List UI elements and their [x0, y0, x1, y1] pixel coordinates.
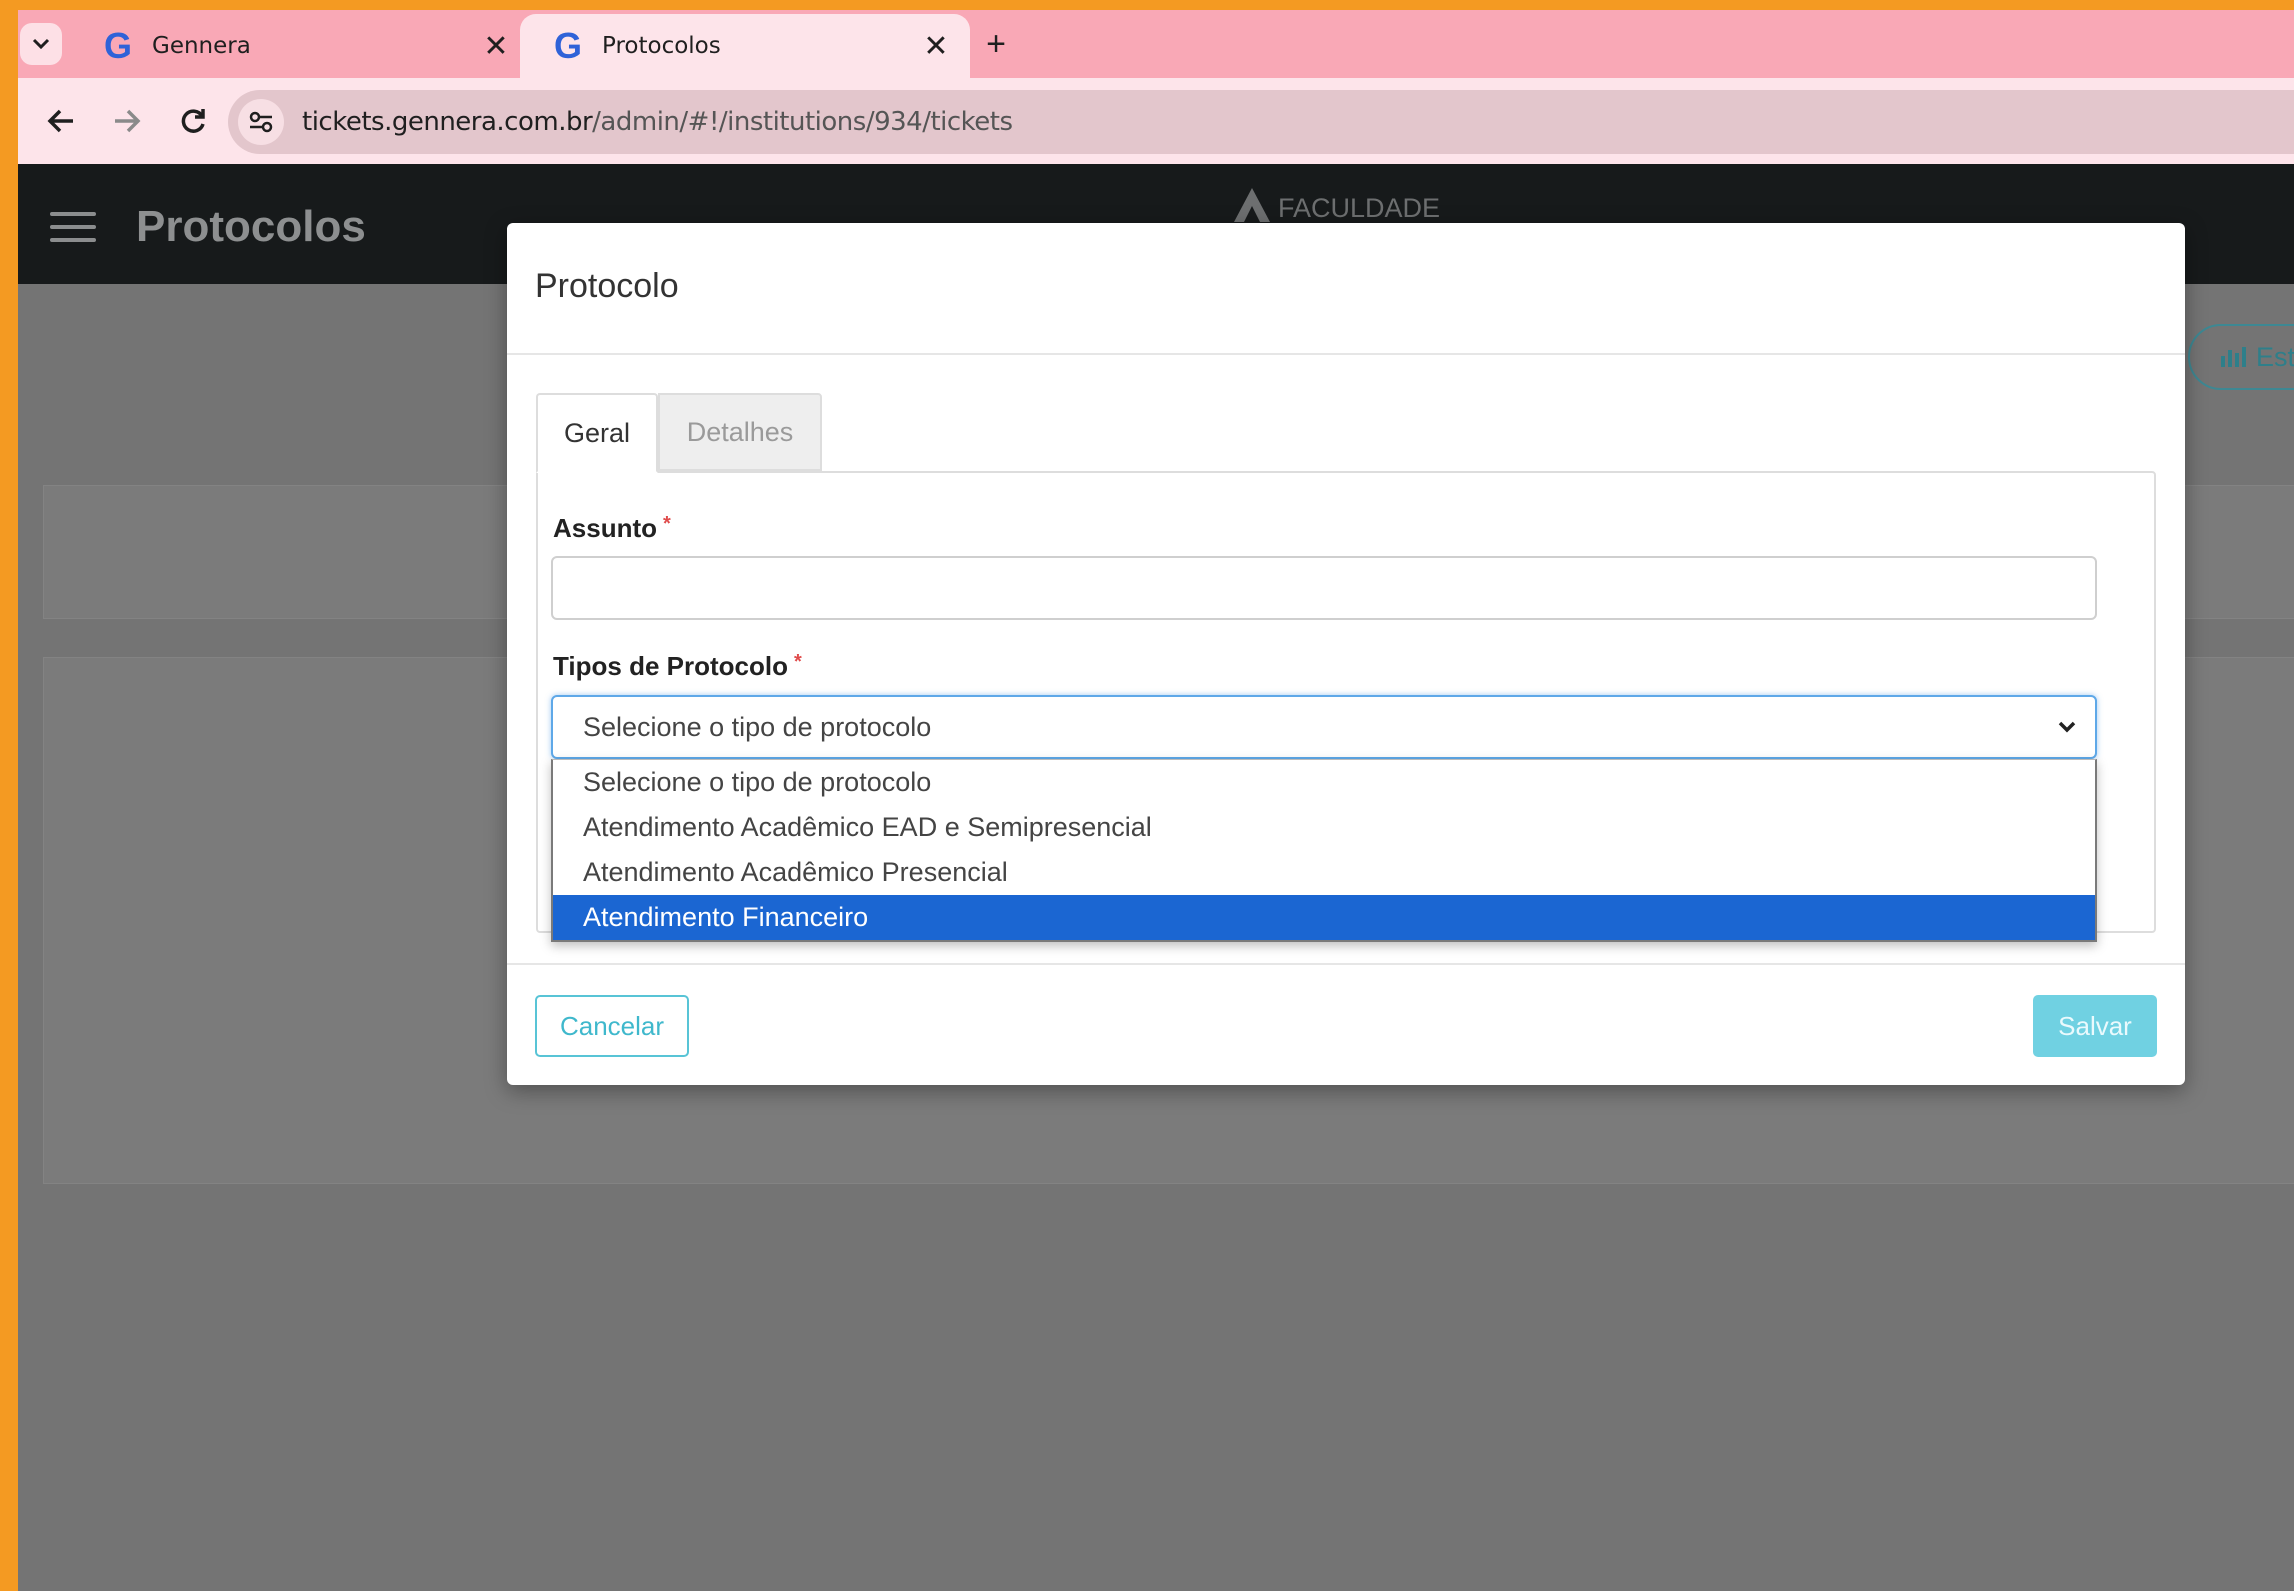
menu-icon[interactable] [50, 212, 96, 242]
protocol-type-label: Tipos de Protocolo * [553, 651, 802, 682]
reload-icon [181, 109, 205, 133]
new-tab-button[interactable]: + [976, 24, 1016, 64]
back-button[interactable] [36, 96, 86, 146]
url-host: tickets.gennera.com.br [302, 107, 593, 137]
save-button[interactable]: Salvar [2033, 995, 2157, 1057]
logo-icon [1234, 188, 1270, 222]
bar-chart-icon [2221, 347, 2246, 367]
subject-input[interactable] [551, 556, 2097, 620]
required-mark: * [793, 651, 802, 673]
close-tab-icon[interactable]: ✕ [476, 29, 516, 64]
tab-geral[interactable]: Geral [536, 393, 658, 473]
site-info-icon[interactable] [238, 99, 284, 145]
tab-detalhes[interactable]: Detalhes [658, 393, 822, 471]
browser-tab-gennera[interactable]: G Gennera ✕ [70, 14, 530, 78]
dropdown-option[interactable]: Atendimento Acadêmico EAD e Semipresenci… [553, 805, 2095, 850]
google-icon: G [554, 25, 583, 66]
arrow-right-icon [115, 109, 141, 133]
tab-title: Gennera [152, 33, 251, 59]
google-icon: G [104, 25, 133, 66]
page-title: Protocolos [136, 202, 366, 251]
protocol-type-select[interactable]: Selecione o tipo de protocolo [551, 695, 2097, 759]
brand-logo: FACULDADE [1232, 186, 1440, 224]
protocol-type-label-text: Tipos de Protocolo [553, 651, 788, 681]
chevron-down-icon [32, 38, 50, 50]
address-bar[interactable]: tickets.gennera.com.br/admin/#!/institut… [228, 90, 2294, 154]
forward-button[interactable] [102, 96, 152, 146]
dropdown-option[interactable]: Selecione o tipo de protocolo [553, 760, 2095, 805]
cancel-button[interactable]: Cancelar [535, 995, 689, 1057]
browser-window: G Gennera ✕ G Protocolos ✕ + tickets.gen… [18, 10, 2294, 1591]
statistics-label: Est [2256, 341, 2294, 372]
reload-button[interactable] [168, 96, 218, 146]
url-text: tickets.gennera.com.br/admin/#!/institut… [302, 107, 1013, 137]
dropdown-option-highlighted[interactable]: Atendimento Financeiro [553, 895, 2095, 940]
tab-title: Protocolos [602, 33, 721, 59]
protocol-modal: Protocolo Geral Detalhes Assunto * Tipos … [507, 223, 2185, 1085]
modal-header: Protocolo [507, 223, 2185, 355]
subject-label-text: Assunto [553, 513, 657, 543]
brand-text: FACULDADE [1278, 193, 1441, 223]
protocol-type-dropdown: Selecione o tipo de protocolo Atendiment… [551, 759, 2097, 942]
arrow-left-icon [47, 109, 73, 133]
statistics-button[interactable]: Est [2188, 324, 2294, 390]
modal-footer: Cancelar Salvar [507, 963, 2185, 1087]
chevron-down-icon [2058, 721, 2076, 733]
tab-strip: G Gennera ✕ G Protocolos ✕ + [18, 10, 2294, 78]
url-path: /admin/#!/institutions/934/tickets [592, 107, 1013, 137]
browser-toolbar: tickets.gennera.com.br/admin/#!/institut… [18, 78, 2294, 164]
dropdown-option[interactable]: Atendimento Acadêmico Presencial [553, 850, 2095, 895]
browser-tab-protocolos[interactable]: G Protocolos ✕ [520, 14, 970, 78]
subject-label: Assunto * [553, 513, 671, 544]
tab-search-button[interactable] [20, 23, 62, 65]
close-tab-icon[interactable]: ✕ [916, 29, 956, 64]
protocol-type-selected-value: Selecione o tipo de protocolo [583, 711, 932, 742]
required-mark: * [663, 513, 671, 535]
modal-title: Protocolo [535, 267, 679, 305]
